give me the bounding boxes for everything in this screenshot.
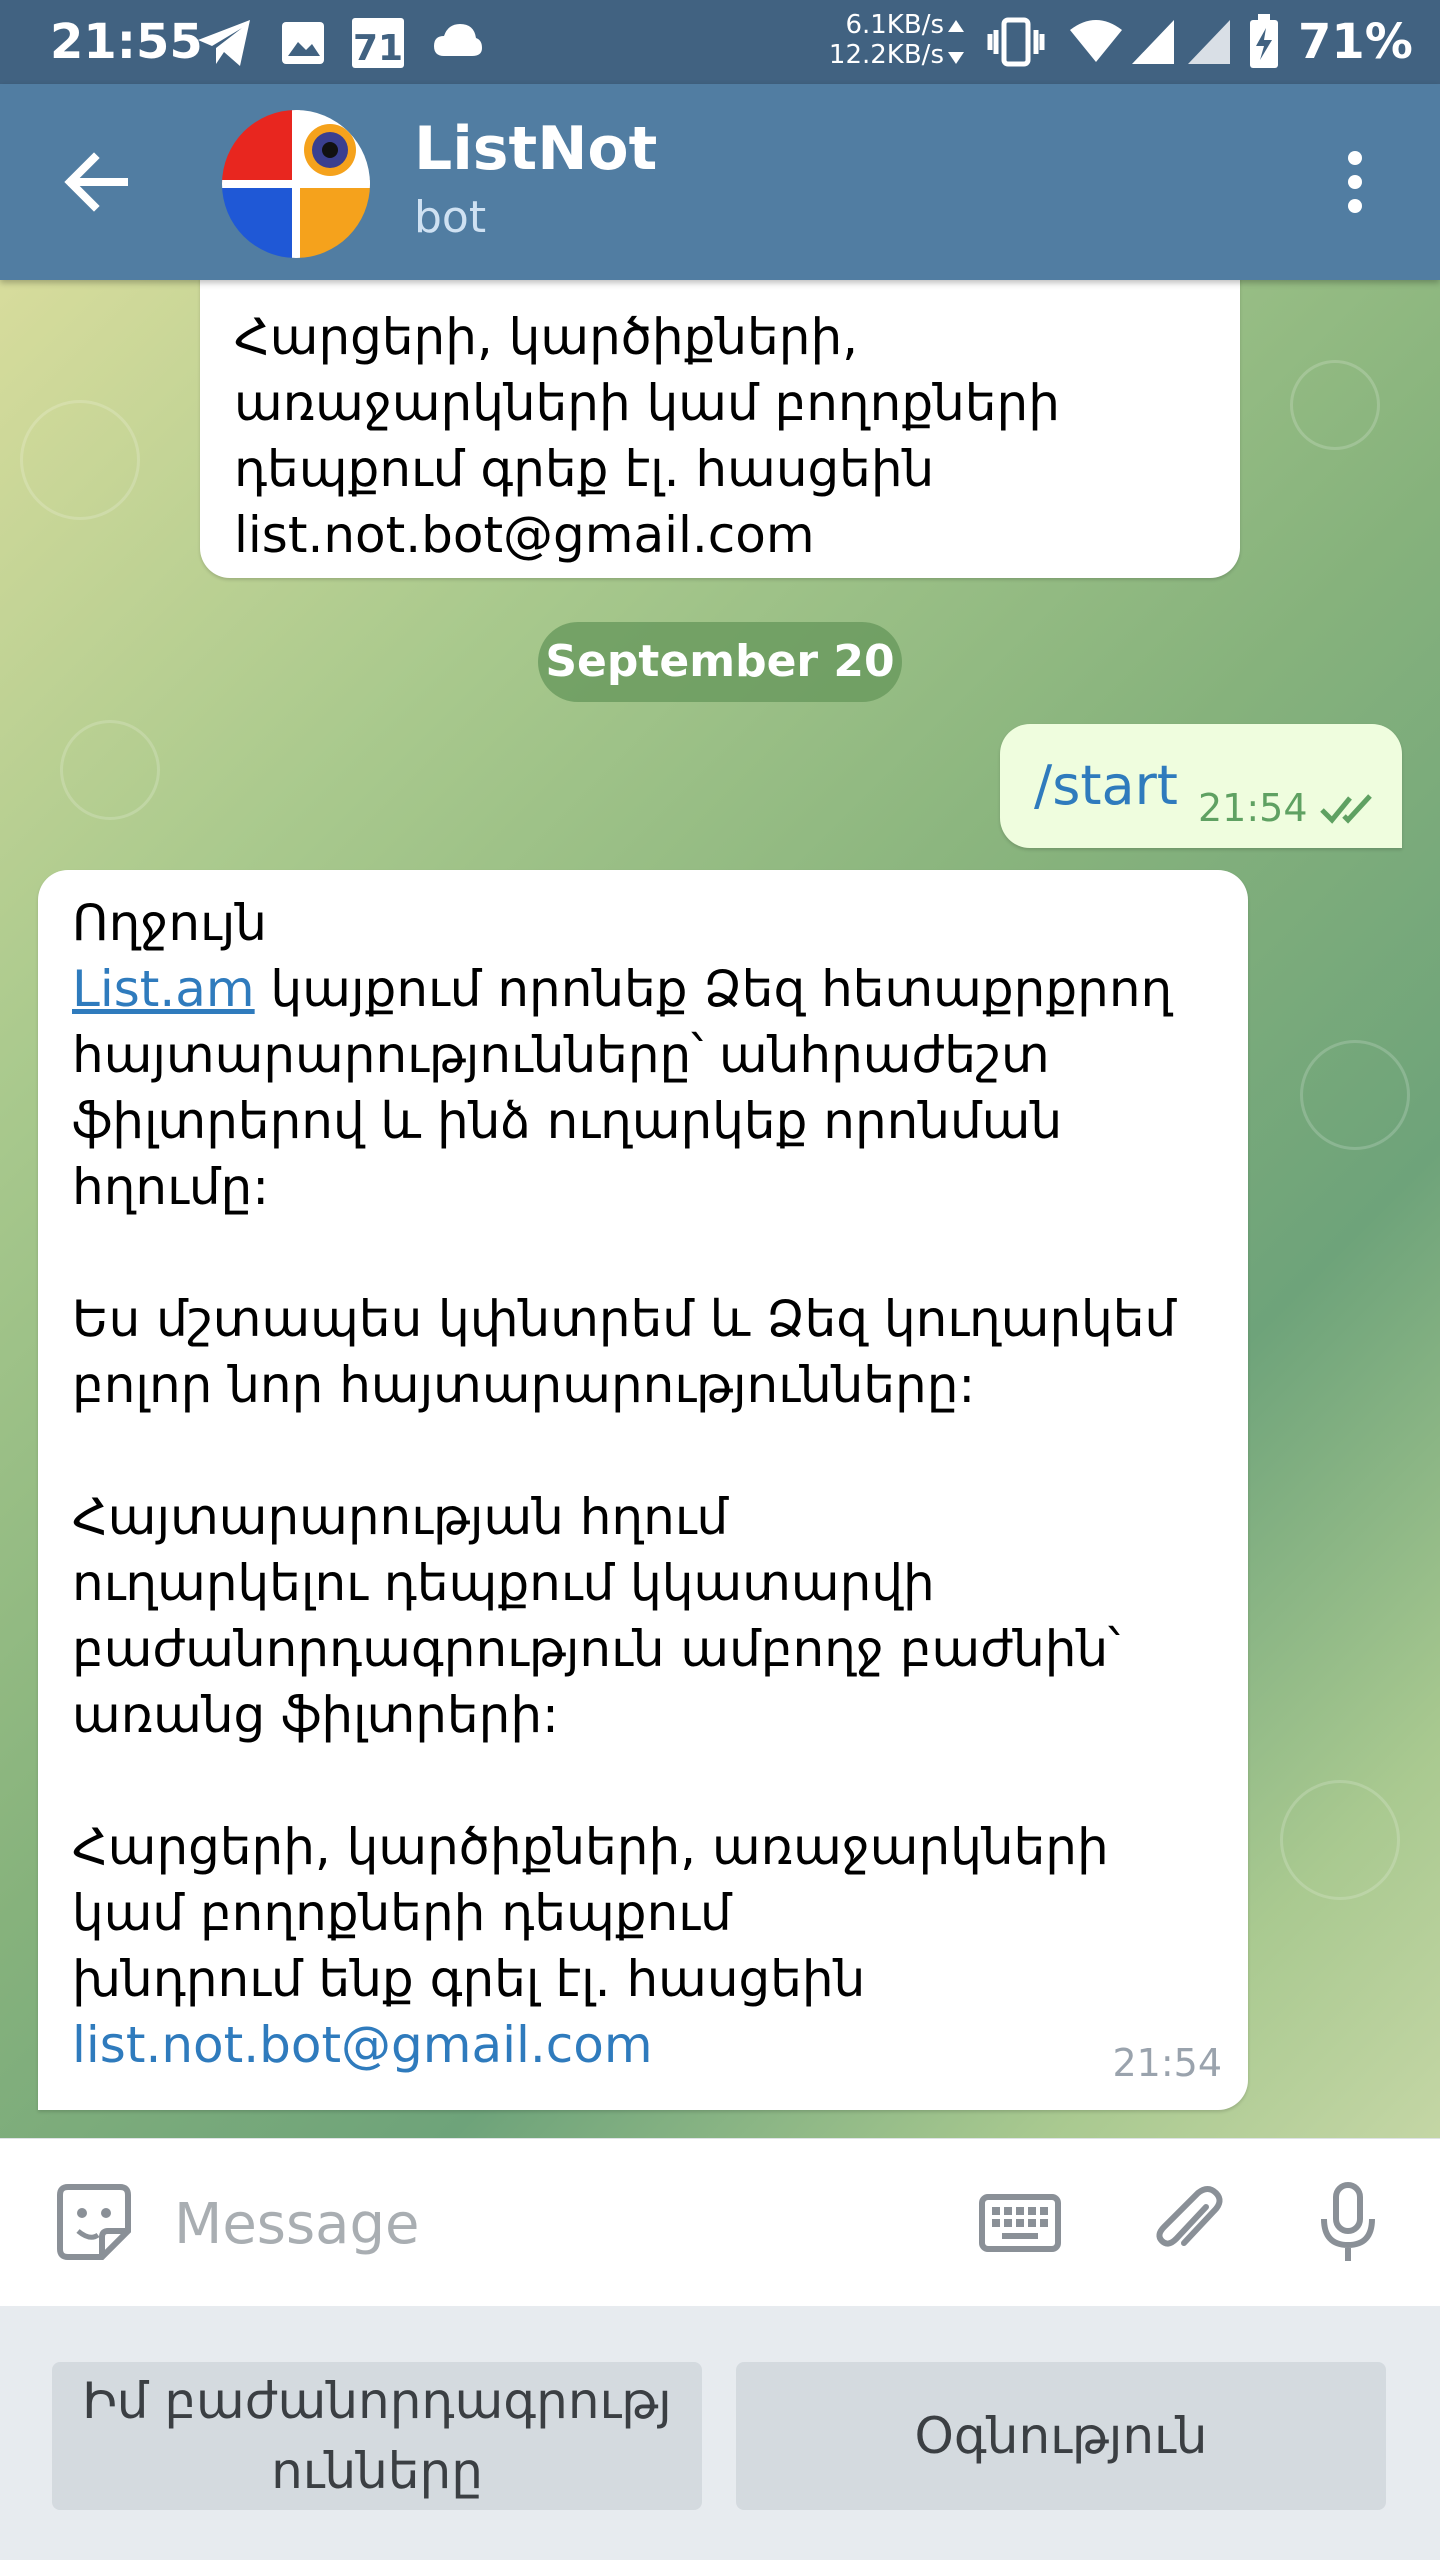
message-line: ուղարկելու դեպքում կկատարվի [72, 1554, 935, 1612]
chat-header: ListNot bot [0, 84, 1440, 280]
message-line: առաջարկների կամ բողոքների [234, 374, 1060, 432]
message-bubble-incoming[interactable]: Հարցերի, կարծիքների, առաջարկների կամ բող… [200, 280, 1240, 578]
background-doodle [1290, 360, 1380, 450]
message-input[interactable] [174, 2179, 934, 2269]
message-line: բոլոր նոր հայտարարությունները: [72, 1356, 976, 1414]
signal-icon [1186, 18, 1232, 70]
message-line: հղումը: [72, 1158, 270, 1216]
battery-percent: 71% [1298, 14, 1413, 70]
message-time: 21:54 [1112, 2041, 1222, 2085]
image-icon [280, 20, 326, 70]
message-line: Ես մշտապես կփնտրեմ և Ձեզ կուղարկեմ [72, 1290, 1177, 1348]
message-line: բաժանորդագրություն ամբողջ բաժնին՝ [72, 1620, 1121, 1678]
bot-name[interactable]: ListNot [414, 114, 657, 184]
arrow-left-icon [64, 152, 128, 212]
network-speed: 6.1KB/s 12.2KB/s [826, 10, 944, 70]
my-subscriptions-button[interactable]: Իմ բաժանորդագրությ ունները [52, 2362, 702, 2510]
double-check-icon [1320, 794, 1372, 824]
calendar-day: 71 [353, 28, 403, 69]
message-bubble-incoming[interactable]: Ողջույն List.am կայքում որոնեք Ձեզ հետաք… [38, 870, 1248, 2110]
message-line: դեպքում գրեք էլ. հասցեին [234, 440, 935, 498]
microphone-icon[interactable] [1306, 2181, 1390, 2265]
more-menu-button[interactable] [1330, 140, 1380, 224]
message-line: list.not.bot@gmail.com [234, 506, 815, 564]
updown-arrows-icon [946, 18, 966, 70]
more-vert-icon [1348, 151, 1362, 213]
signal-icon [1130, 18, 1176, 70]
message-line: Հարցերի, կարծիքների, [234, 308, 859, 366]
date-separator: September 20 [538, 622, 902, 702]
sticker-icon[interactable] [52, 2181, 136, 2265]
listnot-logo-icon [222, 110, 370, 258]
status-time: 21:55 [50, 14, 203, 70]
message-line: ֆիլտրերով և ինձ ուղարկեք որոնման [72, 1092, 1063, 1150]
bot-keyboard: Իմ բաժանորդագրությ ունները Օգնություն [0, 2306, 1440, 2560]
back-button[interactable] [56, 140, 140, 224]
help-button[interactable]: Օգնություն [736, 2362, 1386, 2510]
cloud-icon [432, 22, 484, 62]
telegram-icon [196, 18, 254, 72]
chat-area[interactable]: Հարցերի, կարծիքների, առաջարկների կամ բող… [0, 280, 1440, 2138]
net-down: 12.2KB/s [828, 40, 944, 70]
message-line: կամ բողոքների դեպքում [72, 1884, 732, 1942]
calendar-icon: 71 [350, 14, 406, 74]
battery-charging-icon [1248, 14, 1280, 74]
message-text: կայքում որոնեք Ձեզ հետաքրքրող [254, 960, 1173, 1018]
attach-icon[interactable] [1146, 2181, 1230, 2265]
bot-command-link[interactable]: /start [1034, 754, 1178, 817]
background-doodle [1300, 1040, 1410, 1150]
message-line: Հարցերի, կարծիքների, առաջարկների [72, 1818, 1109, 1876]
message-line: հայտարարությունները՝ անհրաժեշտ [72, 1026, 1050, 1084]
status-bar: 21:55 71 6.1KB/s 12.2KB/s 71% [0, 0, 1440, 84]
wifi-icon [1068, 18, 1124, 68]
bot-avatar[interactable] [222, 110, 370, 258]
message-line: List.am կայքում որոնեք Ձեզ հետաքրքրող [72, 956, 1214, 1022]
background-doodle [60, 720, 160, 820]
bot-subtitle: bot [414, 192, 487, 243]
message-input-bar [0, 2138, 1440, 2306]
message-bubble-outgoing[interactable]: /start 21:54 [1000, 724, 1402, 848]
message-line: Հայտարարության հղում [72, 1488, 729, 1546]
message-line: Ողջույն [72, 894, 267, 952]
keyboard-icon[interactable] [978, 2181, 1062, 2265]
vibrate-icon [986, 16, 1046, 72]
background-doodle [1280, 1780, 1400, 1900]
message-line: առանց ֆիլտրերի: [72, 1686, 559, 1744]
email-link[interactable]: list.not.bot@gmail.com [72, 2012, 1214, 2078]
background-doodle [20, 400, 140, 520]
list-am-link[interactable]: List.am [72, 960, 255, 1018]
net-up: 6.1KB/s [845, 10, 944, 40]
message-line: խնդրում ենք գրել էլ. հասցեին [72, 1950, 866, 2008]
message-time: 21:54 [1198, 786, 1308, 830]
